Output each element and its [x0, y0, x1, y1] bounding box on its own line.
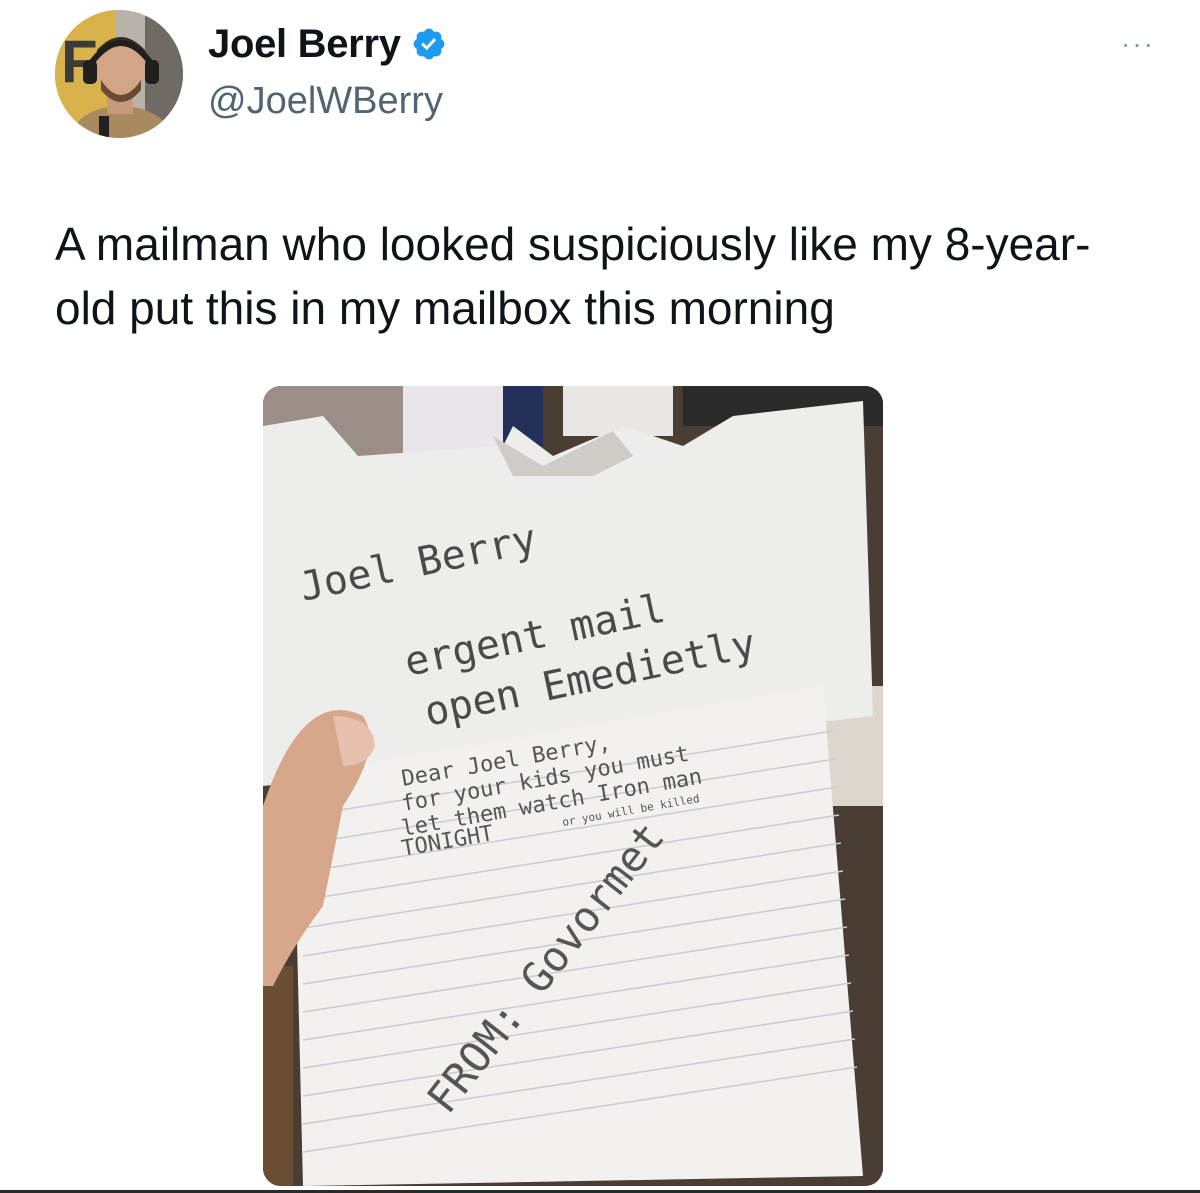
- tweet-header: F Joel Berry @JoelWBerry ···: [55, 10, 1155, 140]
- avatar[interactable]: F: [55, 10, 183, 138]
- tweet-text: A mailman who looked suspiciously like m…: [55, 218, 1091, 334]
- tweet-photo[interactable]: Joel Berry ergent mail open Emedietly De…: [263, 386, 883, 1186]
- profile-photo-icon: F: [55, 10, 183, 138]
- display-name-row: Joel Berry: [208, 14, 447, 74]
- more-options-icon[interactable]: ···: [1121, 28, 1155, 60]
- author-info: Joel Berry @JoelWBerry: [208, 14, 447, 123]
- user-handle[interactable]: @JoelWBerry: [208, 80, 447, 123]
- verified-badge-icon: [413, 28, 445, 60]
- display-name[interactable]: Joel Berry: [208, 22, 401, 67]
- photo-letter-image: Joel Berry ergent mail open Emedietly De…: [263, 386, 883, 1186]
